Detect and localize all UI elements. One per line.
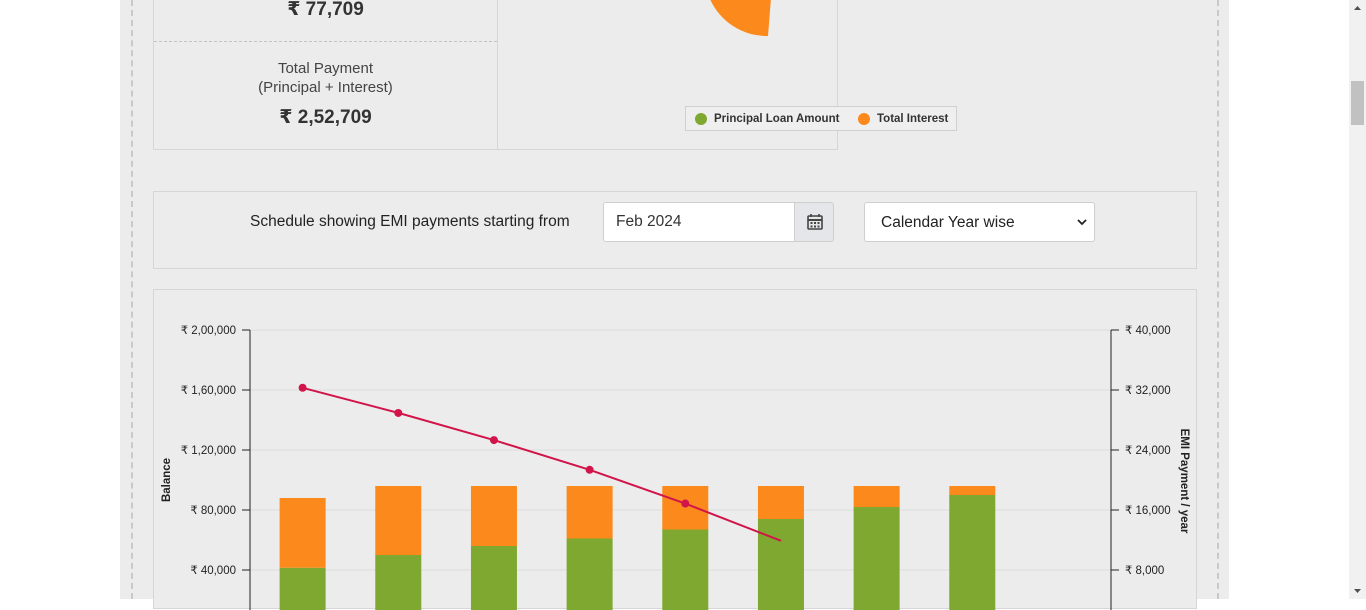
scroll-up-arrow-icon[interactable]	[1349, 0, 1366, 17]
left-tick-label: ₹ 1,20,000	[181, 445, 236, 457]
bar-interest	[854, 486, 900, 507]
right-tick-label: ₹ 40,000	[1125, 325, 1171, 337]
legend-interest-dot	[858, 113, 870, 125]
bar-principal	[471, 546, 517, 610]
total-payment-value: ₹ 2,52,709	[154, 106, 497, 129]
chevron-down-icon	[1076, 216, 1088, 228]
calendar-button[interactable]	[794, 202, 834, 242]
breakup-pie-chart	[594, 0, 774, 58]
loan-summary-panel: ₹ 77,709 Total Payment (Principal + Inte…	[153, 0, 838, 150]
bar-principal	[854, 507, 900, 610]
left-tick-label: ₹ 40,000	[190, 565, 236, 577]
balance-line	[303, 388, 781, 541]
legend-principal-label[interactable]: Principal Loan Amount	[714, 113, 839, 125]
bar-interest	[375, 486, 421, 555]
bar-interest	[280, 498, 326, 568]
bar-principal	[949, 495, 995, 610]
balance-point	[490, 436, 498, 444]
balance-point	[299, 384, 307, 392]
bar-interest	[567, 486, 613, 539]
bar-interest	[758, 486, 804, 519]
balance-point	[394, 409, 402, 417]
bar-principal	[662, 530, 708, 610]
bar-interest	[949, 486, 995, 495]
dashed-border-left	[131, 0, 133, 599]
scroll-down-arrow-icon[interactable]	[1349, 582, 1366, 599]
total-payment-label-line1: Total Payment	[154, 59, 497, 78]
total-payment-label: Total Payment (Principal + Interest)	[154, 59, 497, 97]
schedule-label: Schedule showing EMI payments starting f…	[250, 213, 570, 231]
right-tick-label: ₹ 8,000	[1125, 565, 1164, 577]
total-interest-value: ₹ 77,709	[154, 0, 497, 21]
schedule-options-bar: Schedule showing EMI payments starting f…	[153, 191, 1197, 269]
schedule-view-selected: Calendar Year wise	[881, 214, 1015, 232]
legend-interest-label[interactable]: Total Interest	[877, 113, 948, 125]
summary-vertical-divider	[497, 0, 498, 150]
total-payment-label-line2: (Principal + Interest)	[154, 78, 497, 97]
bar-principal	[280, 568, 326, 610]
bar-interest	[662, 486, 708, 530]
calendar-icon	[795, 203, 835, 243]
balance-point	[586, 466, 594, 474]
right-axis-title: EMI Payment / year	[1178, 429, 1190, 534]
dashed-border-right	[1217, 0, 1219, 599]
left-tick-label: ₹ 1,60,000	[181, 385, 236, 397]
left-tick-label: ₹ 2,00,000	[181, 325, 236, 337]
schedule-view-select[interactable]: Calendar Year wise	[864, 202, 1095, 242]
pie-legend: Principal Loan Amount Total Interest	[685, 106, 957, 131]
summary-divider	[154, 41, 497, 42]
schedule-start-date-input[interactable]	[603, 202, 794, 242]
emi-schedule-chart: ₹ 2,00,000 ₹ 1,60,000 ₹ 1,20,000 ₹ 80,000 ₹ …	[153, 289, 1197, 609]
left-axis-title: Balance	[161, 458, 173, 502]
right-tick-label: ₹ 32,000	[1125, 385, 1171, 397]
legend-principal-dot	[695, 113, 707, 125]
left-tick-label: ₹ 80,000	[190, 505, 236, 517]
balance-point	[681, 500, 689, 508]
right-tick-label: ₹ 24,000	[1125, 445, 1171, 457]
bar-interest	[471, 486, 517, 546]
emi-chart-svg: ₹ 2,00,000 ₹ 1,60,000 ₹ 1,20,000 ₹ 80,000 ₹ …	[154, 290, 1198, 610]
pie-slice-interest	[710, 0, 771, 36]
bar-principal	[375, 555, 421, 610]
bar-principal	[567, 539, 613, 610]
bar-principal	[758, 519, 804, 610]
scrollbar-thumb[interactable]	[1351, 81, 1364, 125]
right-tick-label: ₹ 16,000	[1125, 505, 1171, 517]
